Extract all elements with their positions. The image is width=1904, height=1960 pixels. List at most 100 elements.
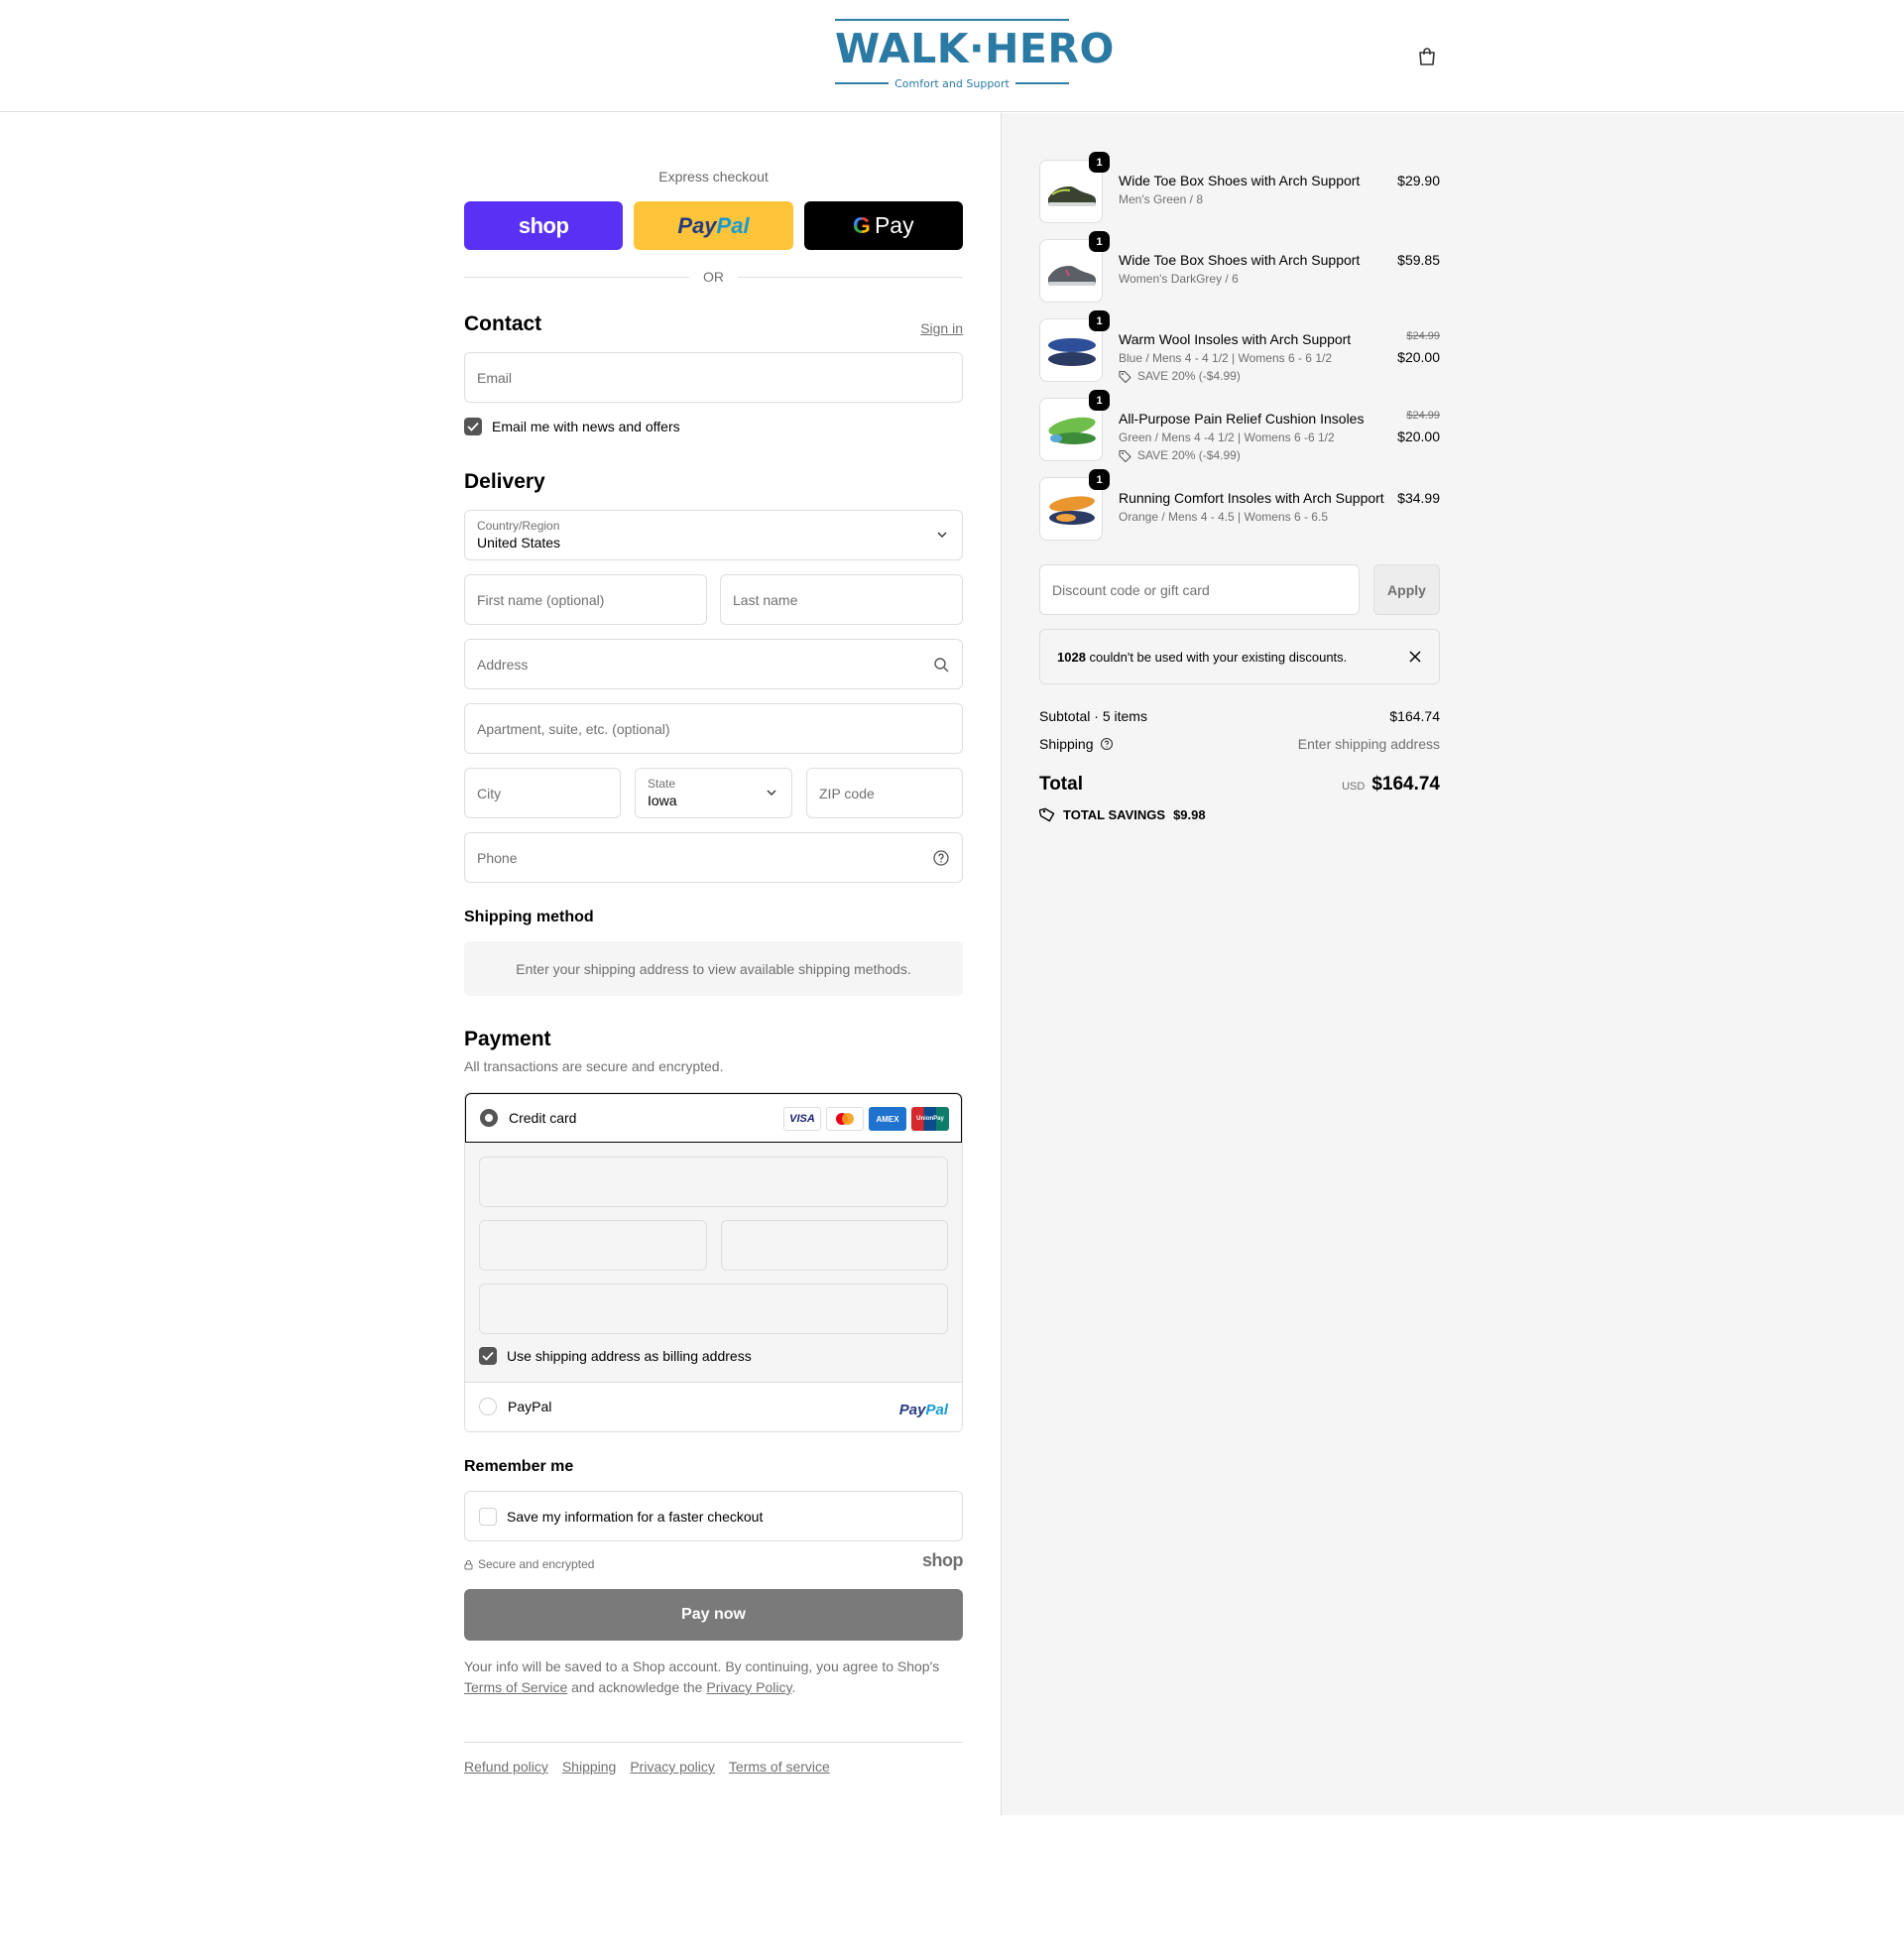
billing-address-checkbox[interactable]: Use shipping address as billing address	[479, 1347, 752, 1365]
news-offers-checkbox[interactable]: Email me with news and offers	[464, 418, 680, 435]
shipping-method-title: Shipping method	[464, 909, 594, 925]
item-original-price: $24.99	[1406, 330, 1440, 342]
card-brand-logos: VISA AMEX UnionPay	[783, 1107, 949, 1131]
country-select[interactable]: Country/Region United States	[464, 510, 963, 560]
terms-of-service-footer-link[interactable]: Terms of service	[729, 1759, 830, 1775]
state-select[interactable]: State Iowa	[635, 768, 792, 818]
help-circle-icon[interactable]	[1100, 737, 1114, 751]
line-item: 1 Wide Toe Box Shoes with Arch Support M…	[1039, 152, 1440, 223]
quantity-badge: 1	[1089, 152, 1110, 173]
privacy-policy-link[interactable]: Privacy Policy	[706, 1679, 791, 1695]
email-field[interactable]: Email	[464, 352, 963, 403]
item-variant: Men's Green / 8	[1119, 192, 1203, 206]
privacy-policy-footer-link[interactable]: Privacy policy	[630, 1759, 715, 1775]
contact-title: Contact	[464, 312, 542, 335]
zip-code-field[interactable]: ZIP code	[806, 768, 963, 818]
item-price: $20.00	[1397, 349, 1440, 365]
item-name: Wide Toe Box Shoes with Arch Support	[1119, 252, 1361, 268]
item-variant: Green / Mens 4 -4 1/2 | Womens 6 -6 1/2	[1119, 430, 1335, 444]
chevron-down-icon	[937, 532, 947, 538]
item-original-price: $24.99	[1406, 410, 1440, 422]
card-security-code-field[interactable]	[721, 1220, 948, 1271]
currency-code: USD	[1342, 781, 1366, 793]
radio-selected-icon[interactable]	[480, 1109, 498, 1127]
unionpay-icon: UnionPay	[911, 1107, 949, 1131]
header: WALK·HERO Comfort and Support	[0, 0, 1904, 112]
line-item: 1 All-Purpose Pain Relief Cushion Insole…	[1039, 390, 1440, 462]
sign-in-link[interactable]: Sign in	[920, 320, 963, 336]
credit-card-form: Use shipping address as billing address	[465, 1143, 962, 1383]
card-expiry-field[interactable]	[479, 1220, 707, 1271]
logo-tagline: Comfort and Support	[894, 76, 1010, 90]
discount-error-text: 1028 couldn't be used with your existing…	[1057, 650, 1348, 665]
item-discount: SAVE 20% (-$4.99)	[1119, 369, 1241, 383]
save-info-checkbox[interactable]: Save my information for a faster checkou…	[479, 1508, 763, 1526]
checkbox-checked-icon[interactable]	[464, 418, 482, 435]
total-value: $164.74	[1371, 774, 1440, 795]
quantity-badge: 1	[1089, 231, 1110, 252]
checkbox-checked-icon[interactable]	[479, 1347, 497, 1365]
last-name-field[interactable]: Last name	[720, 574, 963, 625]
line-item: 1 Running Comfort Insoles with Arch Supp…	[1039, 469, 1440, 541]
paypal-express-button[interactable]: Pay Pal	[634, 201, 793, 250]
line-item: 1 Wide Toe Box Shoes with Arch Support W…	[1039, 231, 1440, 303]
apartment-field[interactable]: Apartment, suite, etc. (optional)	[464, 703, 963, 754]
checkbox-unchecked-icon[interactable]	[479, 1508, 497, 1526]
item-price: $20.00	[1397, 429, 1440, 444]
refund-policy-link[interactable]: Refund policy	[464, 1759, 548, 1775]
credit-card-option[interactable]: Credit card VISA AMEX UnionPay	[465, 1093, 962, 1143]
logo-wordmark: WALK·HERO	[835, 25, 1115, 72]
shopping-bag-icon[interactable]	[1416, 46, 1438, 67]
radio-unselected-icon[interactable]	[479, 1398, 497, 1415]
shipping-value: Enter shipping address	[1297, 736, 1440, 752]
city-field[interactable]: City	[464, 768, 621, 818]
close-icon[interactable]	[1408, 650, 1422, 664]
shop-logo: shop	[922, 1550, 964, 1570]
tag-icon	[1039, 807, 1055, 822]
card-name-field[interactable]	[479, 1284, 948, 1334]
delivery-title: Delivery	[464, 470, 545, 493]
search-icon	[934, 658, 949, 673]
legal-notice: Your info will be saved to a Shop accoun…	[464, 1658, 940, 1695]
item-price: $29.90	[1397, 173, 1440, 188]
paypal-option[interactable]: PayPal PayPal	[465, 1383, 962, 1431]
paypal-logo-icon: PayPal	[898, 1402, 948, 1418]
or-divider: OR	[464, 267, 963, 287]
credit-card-label: Credit card	[509, 1110, 577, 1126]
discount-error-alert: 1028 couldn't be used with your existing…	[1039, 629, 1440, 684]
google-pay-button[interactable]: G Pay	[803, 201, 963, 250]
shipping-policy-link[interactable]: Shipping	[562, 1759, 617, 1775]
amex-icon: AMEX	[869, 1107, 906, 1131]
shipping-label: Shipping	[1039, 736, 1114, 752]
payment-methods: Credit card VISA AMEX UnionPay Use shipp…	[464, 1092, 963, 1432]
first-name-field[interactable]: First name (optional)	[464, 574, 707, 625]
store-logo[interactable]: WALK·HERO Comfort and Support	[835, 19, 1115, 92]
quantity-badge: 1	[1089, 469, 1110, 490]
chevron-down-icon	[767, 790, 776, 796]
tag-icon	[1119, 370, 1131, 383]
footer-divider	[464, 1742, 963, 1743]
card-number-field[interactable]	[479, 1157, 948, 1207]
apply-discount-button[interactable]: Apply	[1373, 564, 1440, 615]
paypal-label: PayPal	[508, 1399, 552, 1414]
total-amount: USD $164.74	[1342, 774, 1440, 796]
item-price: $34.99	[1397, 490, 1440, 506]
terms-of-service-link[interactable]: Terms of Service	[464, 1679, 567, 1695]
express-checkout-buttons: shop Pay Pal G Pay	[464, 201, 963, 250]
item-name: Wide Toe Box Shoes with Arch Support	[1119, 173, 1361, 188]
item-price: $59.85	[1397, 252, 1440, 268]
help-circle-icon[interactable]	[932, 849, 950, 867]
item-name: Warm Wool Insoles with Arch Support	[1119, 331, 1352, 347]
total-label: Total	[1039, 774, 1083, 795]
shop-pay-button[interactable]: shop	[464, 201, 624, 250]
payment-title: Payment	[464, 1028, 551, 1050]
save-info-label: Save my information for a faster checkou…	[507, 1509, 764, 1525]
line-item: 1 Warm Wool Insoles with Arch Support Bl…	[1039, 310, 1440, 383]
tag-icon	[1119, 449, 1131, 462]
express-checkout-label: Express checkout	[658, 169, 769, 184]
address-field[interactable]: Address	[464, 639, 963, 689]
pay-now-button[interactable]: Pay now	[464, 1589, 963, 1641]
item-variant: Women's DarkGrey / 6	[1119, 272, 1239, 286]
phone-field[interactable]: Phone	[464, 832, 963, 883]
discount-code-field[interactable]: Discount code or gift card	[1039, 564, 1360, 615]
